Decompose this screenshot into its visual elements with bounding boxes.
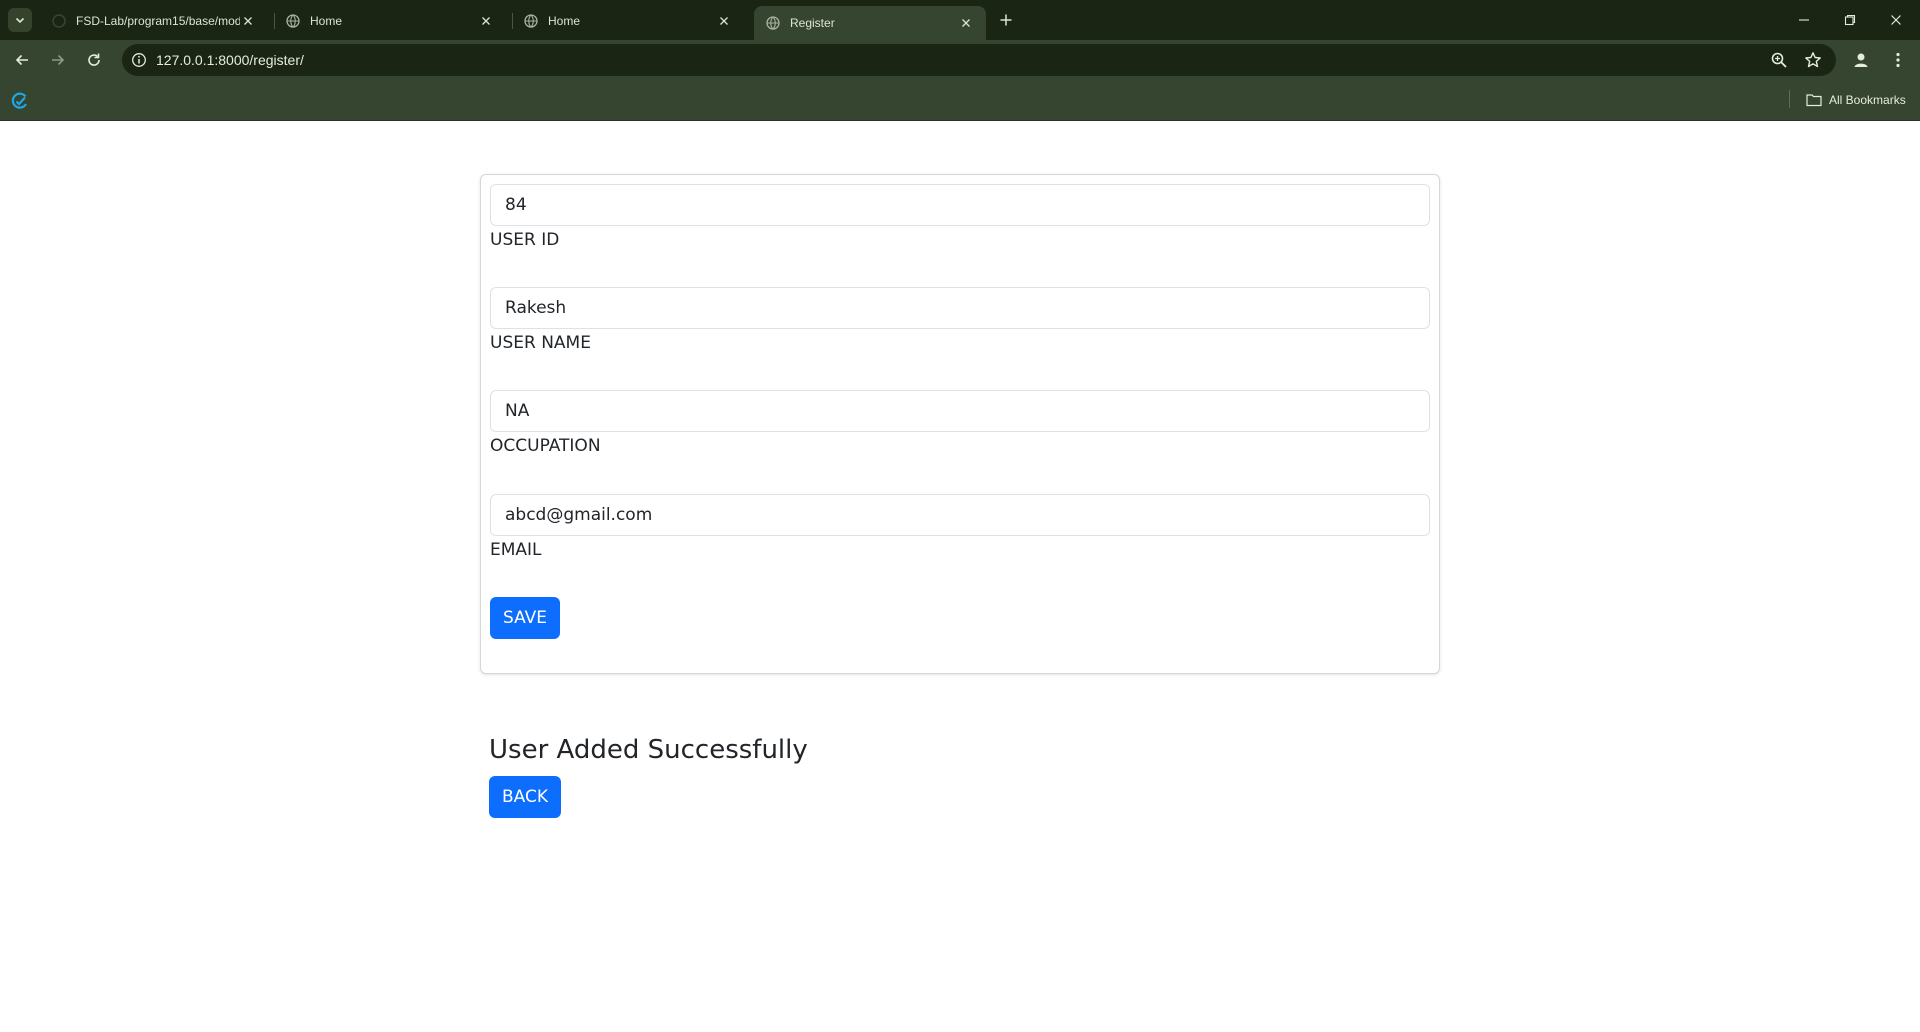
email-label: EMAIL	[490, 540, 542, 560]
tab-title: FSD-Lab/program15/base/models.py	[76, 14, 240, 28]
occupation-input[interactable]	[490, 390, 1430, 432]
close-icon[interactable]	[958, 15, 974, 31]
all-bookmarks-button[interactable]: All Bookmarks	[1806, 91, 1906, 109]
user-name-input[interactable]	[490, 287, 1430, 329]
extension-icon[interactable]	[10, 91, 30, 111]
close-icon[interactable]	[478, 13, 494, 29]
reload-icon	[88, 53, 100, 66]
tab-register[interactable]: Register	[754, 6, 986, 40]
globe-icon	[286, 14, 300, 28]
close-icon[interactable]	[240, 13, 256, 29]
arrow-right-icon	[52, 54, 65, 66]
email-input[interactable]	[490, 494, 1430, 536]
zoom-icon[interactable]	[1770, 51, 1788, 69]
plus-icon	[1000, 14, 1012, 26]
minimize-button[interactable]	[1790, 8, 1818, 32]
reload-button[interactable]	[82, 48, 106, 72]
save-button[interactable]: SAVE	[490, 597, 561, 639]
browser-toolbar: 127.0.0.1:8000/register/	[0, 40, 1920, 80]
user-id-label: USER ID	[490, 230, 560, 250]
close-icon[interactable]	[716, 13, 732, 29]
forward-button[interactable]	[46, 48, 70, 72]
restore-button[interactable]	[1836, 8, 1864, 32]
more-vertical-icon	[1896, 52, 1900, 68]
globe-icon	[766, 16, 780, 30]
tab-github[interactable]: FSD-Lab/program15/base/models.py	[40, 6, 268, 36]
user-id-input[interactable]	[490, 184, 1430, 226]
bookmarks-bar	[0, 80, 1920, 121]
arrow-left-icon	[15, 54, 28, 66]
browser-menu-button[interactable]	[1886, 48, 1910, 72]
tab-search-button[interactable]	[8, 8, 32, 32]
all-bookmarks-label: All Bookmarks	[1829, 93, 1906, 107]
tab-title: Home	[548, 14, 581, 28]
close-window-button[interactable]	[1882, 8, 1910, 32]
user-name-label: USER NAME	[490, 333, 591, 353]
profile-button[interactable]	[1849, 48, 1873, 72]
tab-strip: FSD-Lab/program15/base/models.py Home Ho…	[0, 0, 1920, 40]
tab-title: Home	[310, 14, 343, 28]
github-icon	[52, 14, 66, 28]
restore-icon	[1844, 14, 1856, 26]
back-button-page[interactable]: BACK	[489, 776, 562, 818]
profile-icon	[1854, 53, 1868, 67]
chevron-down-icon	[15, 17, 25, 24]
close-icon	[1891, 15, 1901, 25]
folder-icon	[1806, 94, 1822, 107]
site-info-icon[interactable]	[131, 52, 147, 68]
address-bar[interactable]: 127.0.0.1:8000/register/	[122, 44, 1836, 76]
register-form-card: USER ID USER NAME OCCUPATION EMAIL SAVE	[480, 174, 1440, 674]
bookmarks-divider	[1789, 90, 1790, 108]
back-button[interactable]	[10, 48, 34, 72]
bookmark-star-icon[interactable]	[1804, 51, 1822, 69]
url-text[interactable]: 127.0.0.1:8000/register/	[156, 52, 304, 68]
tab-home-1[interactable]: Home	[274, 6, 506, 36]
tab-title: Register	[790, 16, 835, 30]
tab-home-2[interactable]: Home	[512, 6, 744, 36]
occupation-label: OCCUPATION	[490, 436, 601, 456]
success-message: User Added Successfully	[489, 735, 808, 765]
globe-icon	[524, 14, 538, 28]
new-tab-button[interactable]	[996, 10, 1016, 30]
minimize-icon	[1799, 19, 1809, 21]
